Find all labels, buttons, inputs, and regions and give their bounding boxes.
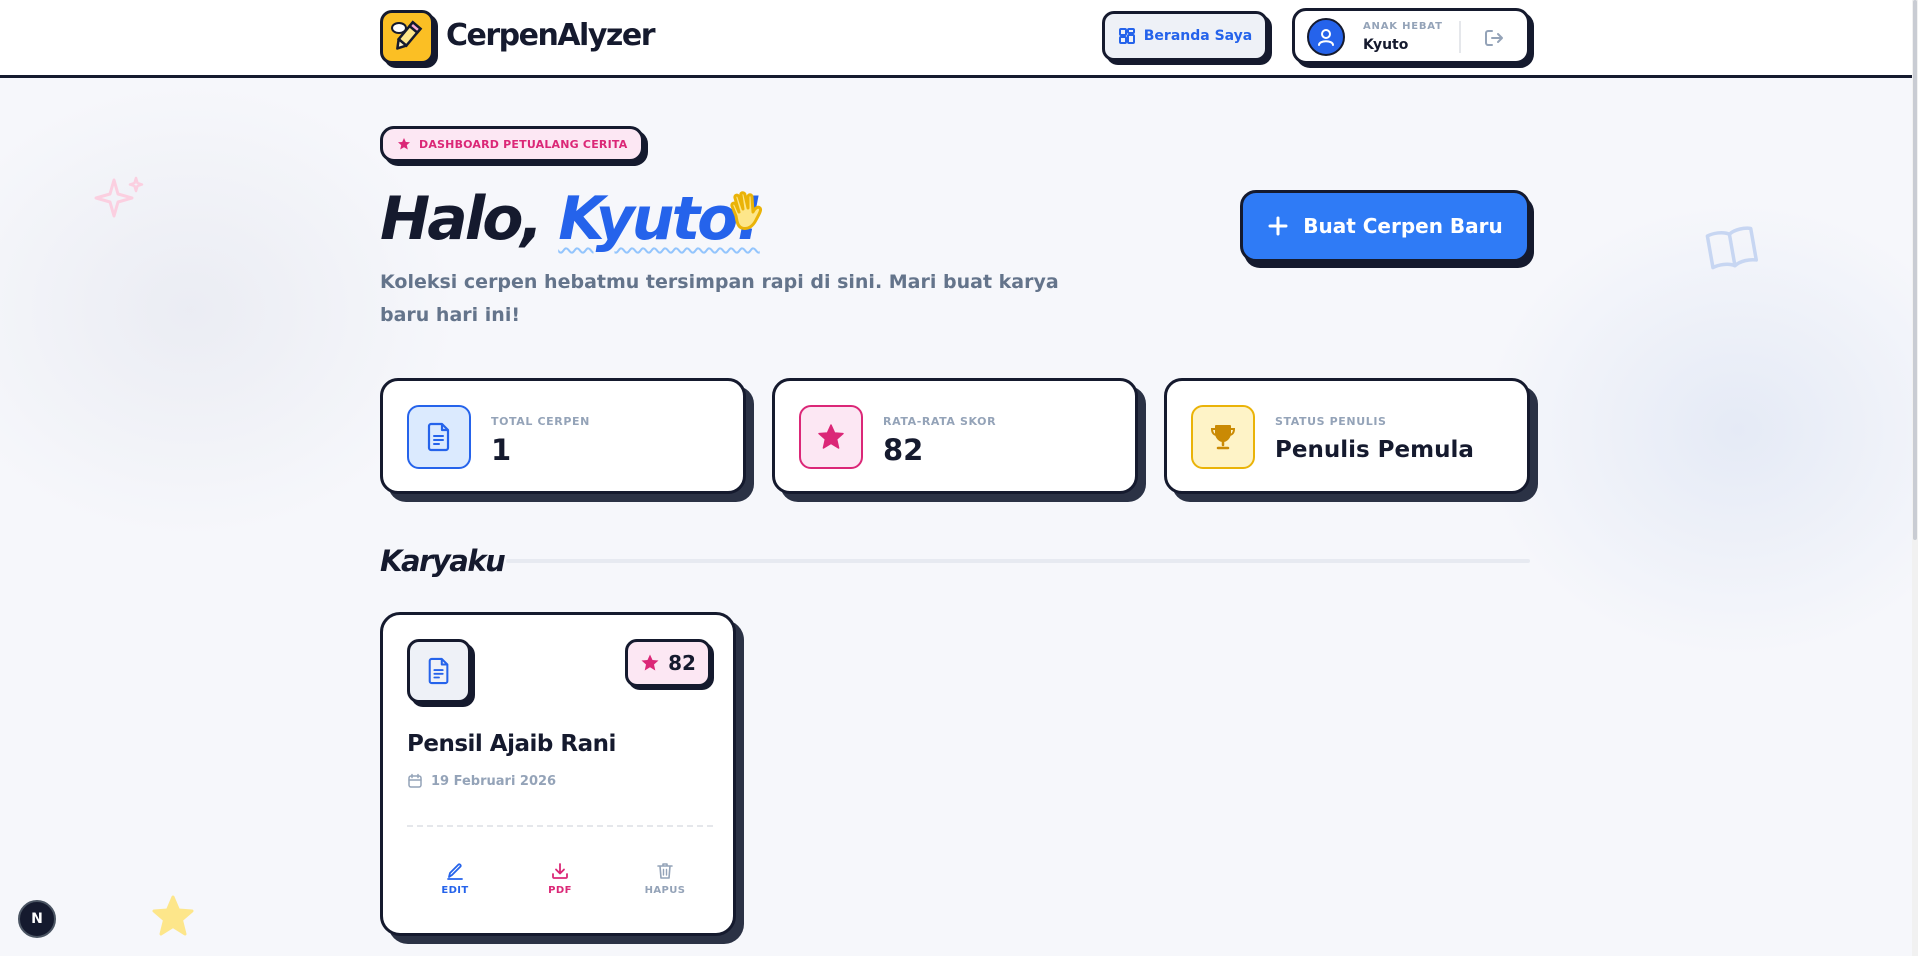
pencil-logo-icon bbox=[391, 20, 423, 50]
pdf-label: PDF bbox=[548, 885, 572, 896]
user-name: Kyuto bbox=[1363, 37, 1409, 53]
framework-dev-badge[interactable]: N bbox=[18, 900, 56, 938]
edit-button[interactable]: EDIT bbox=[425, 861, 485, 896]
story-date-text: 19 Februari 2026 bbox=[431, 773, 557, 789]
star-icon bbox=[641, 654, 659, 671]
download-icon bbox=[552, 863, 568, 879]
hero-subtitle: Koleksi cerpen hebatmu tersimpan rapi di… bbox=[380, 271, 1059, 326]
page-scrollbar[interactable] bbox=[1912, 0, 1918, 956]
greeting-prefix: Halo, bbox=[380, 184, 543, 254]
waving-hand-icon bbox=[730, 191, 762, 230]
edit-label: EDIT bbox=[441, 885, 469, 896]
stat-card-writer-status: STATUS PENULIS Penulis Pemula bbox=[1164, 378, 1530, 494]
create-story-label: Buat Cerpen Baru bbox=[1303, 214, 1503, 238]
story-card[interactable]: 82 Pensil Ajaib Rani 19 Februari 2026 ED… bbox=[380, 612, 736, 936]
plus-icon bbox=[1268, 216, 1288, 236]
document-icon bbox=[407, 639, 471, 703]
calendar-icon bbox=[408, 773, 422, 788]
logout-icon bbox=[1485, 30, 1503, 46]
star-icon bbox=[799, 405, 863, 469]
scrollbar-thumb[interactable] bbox=[1913, 0, 1917, 540]
app-logo[interactable] bbox=[380, 10, 434, 64]
dashboard-badge: DASHBOARD PETUALANG CERITA bbox=[380, 126, 645, 162]
stat-value: Penulis Pemula bbox=[1275, 437, 1474, 463]
dashboard-grid-icon bbox=[1118, 28, 1135, 44]
score-badge: 82 bbox=[625, 639, 711, 687]
greeting-heading: Halo, Kyuto! bbox=[380, 184, 763, 254]
pencil-icon bbox=[447, 863, 463, 880]
delete-label: HAPUS bbox=[644, 885, 686, 896]
star-decoration-icon bbox=[152, 895, 194, 936]
home-button-label: Beranda Saya bbox=[1143, 28, 1253, 44]
section-divider bbox=[506, 559, 1530, 563]
avatar[interactable] bbox=[1307, 18, 1345, 56]
user-icon bbox=[1318, 29, 1334, 46]
stat-card-total: TOTAL CERPEN 1 bbox=[380, 378, 746, 494]
stat-label: RATA-RATA SKOR bbox=[883, 415, 997, 428]
card-divider bbox=[407, 825, 713, 827]
stat-label: TOTAL CERPEN bbox=[491, 415, 590, 428]
trash-icon bbox=[657, 863, 673, 879]
document-icon bbox=[407, 405, 471, 469]
user-profile-box: ANAK HEBAT Kyuto bbox=[1292, 8, 1530, 64]
story-title[interactable]: Pensil Ajaib Rani bbox=[407, 731, 616, 757]
stat-value: 1 bbox=[491, 433, 512, 467]
app-name[interactable]: CerpenAlyzer bbox=[446, 18, 656, 53]
top-navigation-bar: CerpenAlyzer Beranda Saya ANAK HEBAT Kyu… bbox=[0, 0, 1912, 78]
home-button[interactable]: Beranda Saya bbox=[1102, 11, 1268, 61]
trophy-icon bbox=[1191, 405, 1255, 469]
score-value: 82 bbox=[668, 651, 696, 675]
stat-card-average-score: RATA-RATA SKOR 82 bbox=[772, 378, 1138, 494]
stat-label: STATUS PENULIS bbox=[1275, 415, 1387, 428]
divider bbox=[1459, 21, 1461, 53]
delete-button[interactable]: HAPUS bbox=[635, 861, 695, 896]
sparkle-icon bbox=[94, 176, 144, 218]
story-date: 19 Februari 2026 bbox=[407, 773, 556, 789]
create-story-button[interactable]: Buat Cerpen Baru bbox=[1240, 190, 1530, 262]
section-title: Karyaku bbox=[380, 544, 506, 578]
pdf-download-button[interactable]: PDF bbox=[530, 861, 590, 896]
logout-button[interactable] bbox=[1481, 25, 1507, 51]
stat-value: 82 bbox=[883, 433, 924, 467]
star-icon bbox=[398, 138, 410, 150]
framework-badge-letter: N bbox=[31, 911, 43, 927]
badge-label: DASHBOARD PETUALANG CERITA bbox=[419, 137, 628, 151]
user-role: ANAK HEBAT bbox=[1363, 21, 1443, 32]
book-icon bbox=[1705, 226, 1759, 270]
